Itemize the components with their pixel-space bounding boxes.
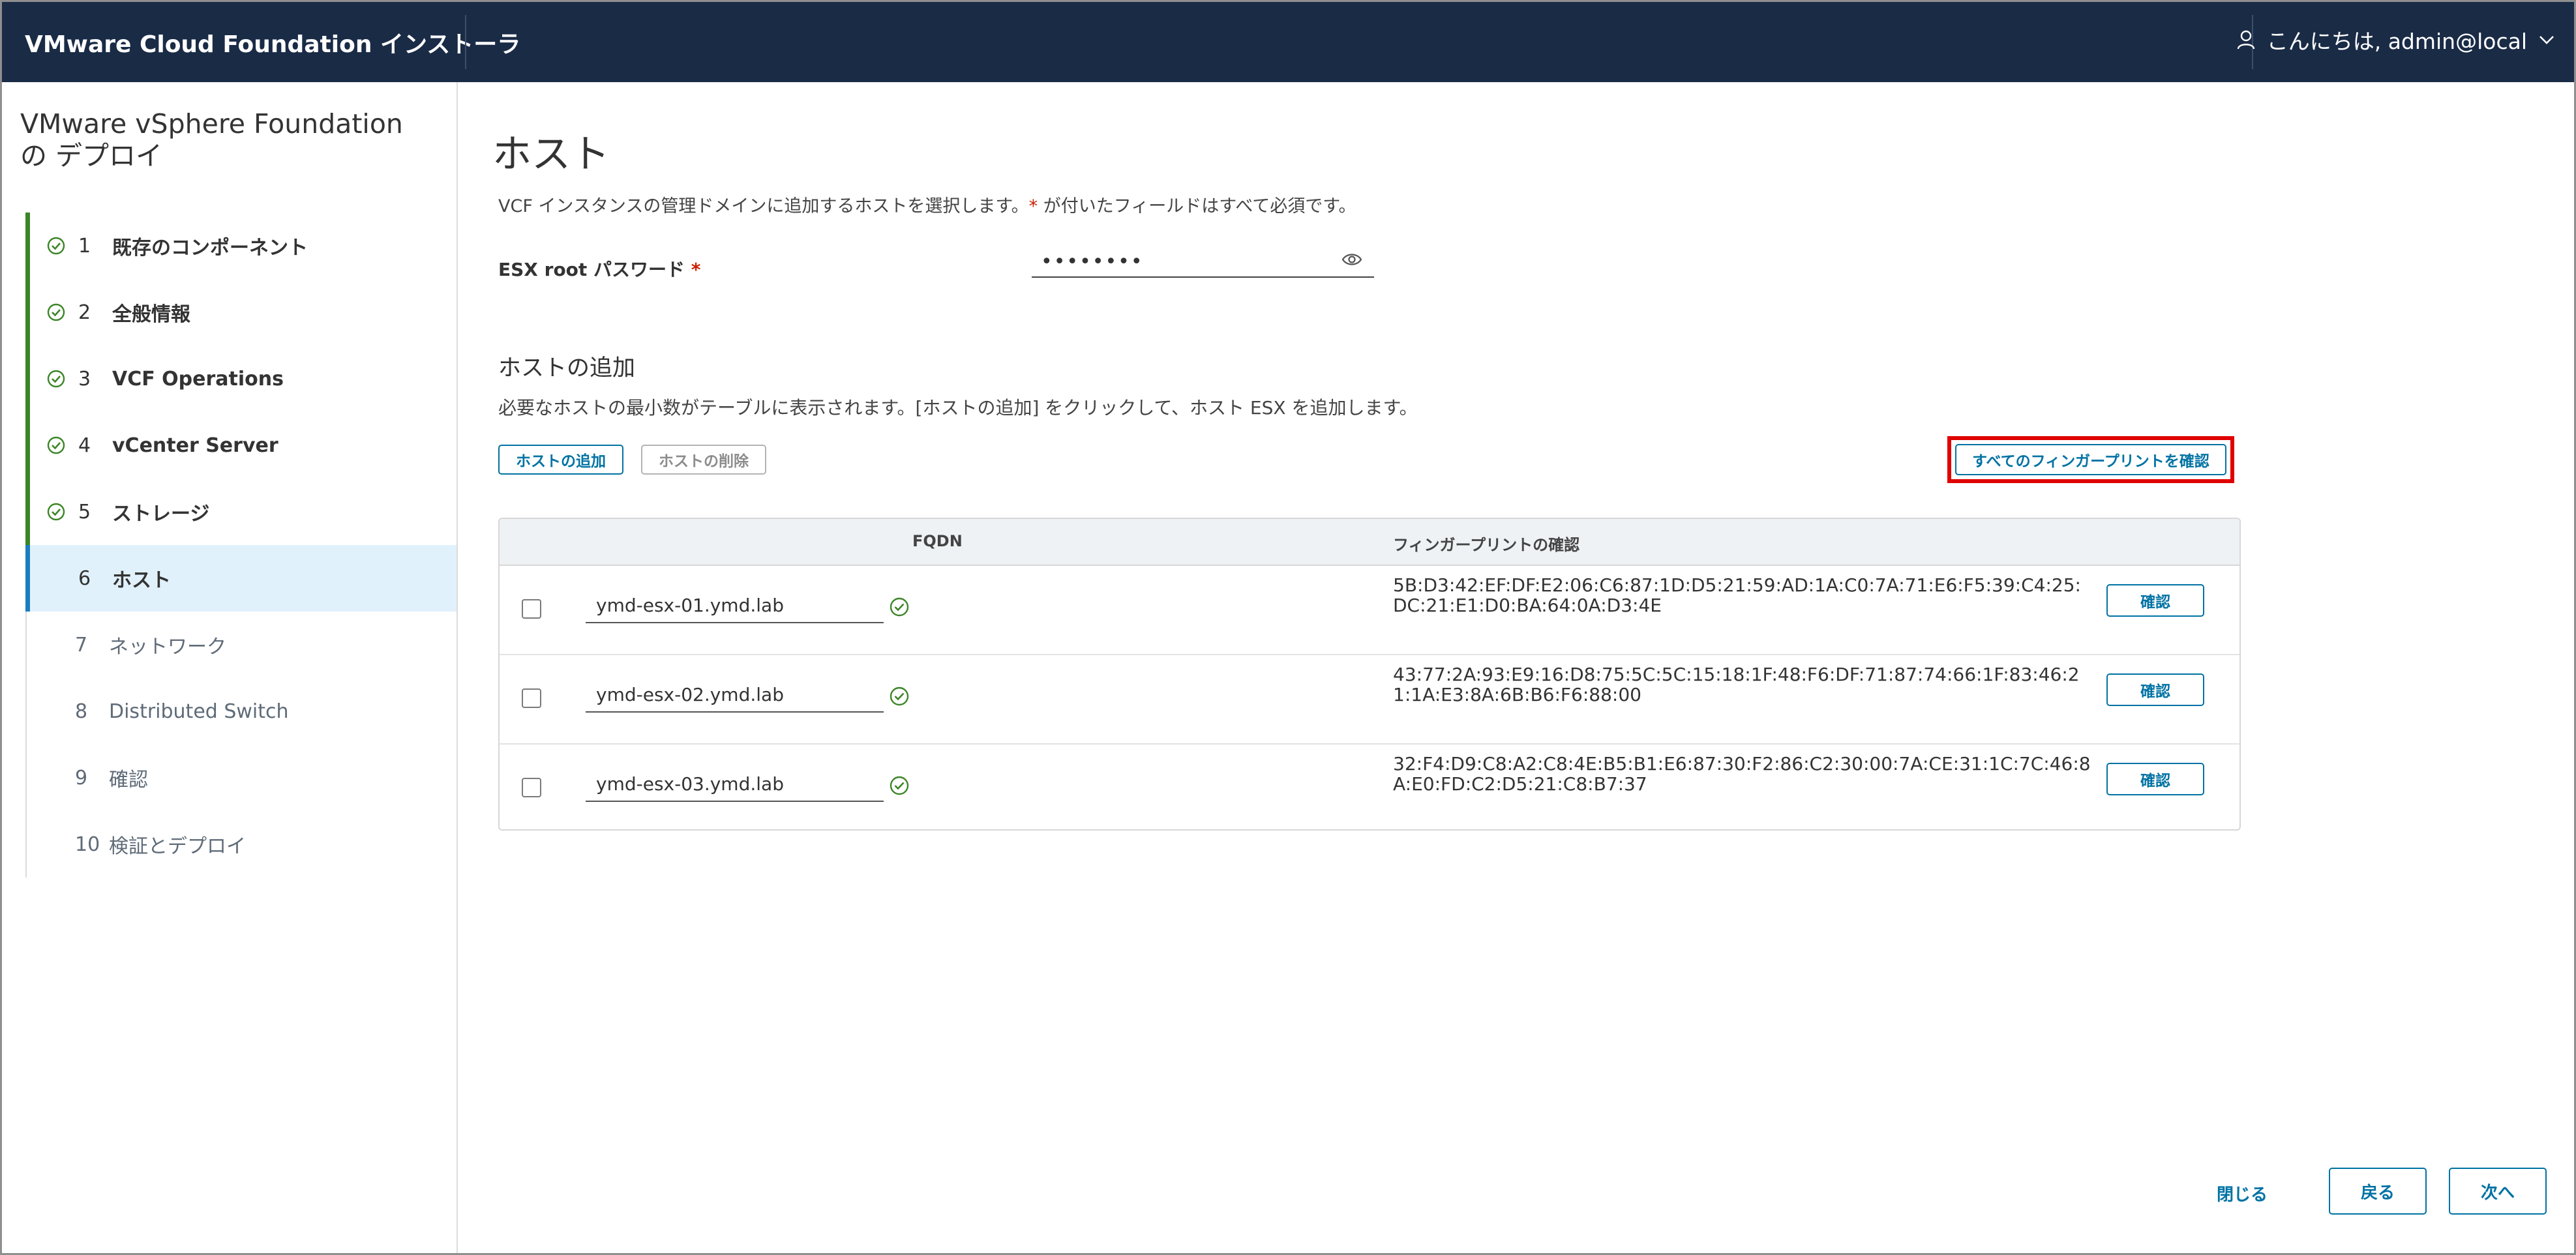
installer-window: VMware Cloud Foundation インストーラ こんにちは, ad…: [0, 0, 2576, 1255]
esx-root-password-field[interactable]: ••••••••: [1032, 244, 1374, 278]
step-network[interactable]: 7 ネットワーク: [25, 612, 457, 678]
step-label: Distributed Switch: [109, 700, 289, 723]
page-title: ホスト: [492, 132, 610, 177]
step-label: 確認: [109, 769, 148, 791]
check-circle-icon: [890, 776, 909, 795]
description-text: が付いたフィールドはすべて必須です。: [1038, 196, 1356, 216]
step-storage[interactable]: 5 ストレージ: [25, 479, 457, 545]
step-distributed-switch[interactable]: 8 Distributed Switch: [25, 678, 457, 745]
wizard-steps: 1 既存のコンポーネント 2 全般情報 3 VCF Operations 4 v…: [25, 213, 457, 878]
fqdn-input[interactable]: ymd-esx-03.ymd.lab: [586, 768, 884, 802]
verify-all-fingerprints-button[interactable]: すべてのフィンガープリントを確認: [1955, 444, 2226, 475]
step-existing-components[interactable]: 1 既存のコンポーネント: [25, 213, 457, 279]
step-number: 2: [78, 301, 91, 324]
add-host-button[interactable]: ホストの追加: [498, 445, 623, 475]
step-label: ストレージ: [112, 503, 210, 525]
wizard-title: VMware vSphere Foundation の デプロイ: [20, 108, 403, 171]
step-hosts[interactable]: 6 ホスト: [25, 545, 457, 612]
check-circle-icon: [47, 436, 65, 454]
check-circle-icon: [47, 503, 65, 521]
eye-icon[interactable]: [1341, 252, 1362, 267]
row-checkbox[interactable]: [522, 778, 541, 797]
check-circle-icon: [890, 597, 909, 617]
back-button[interactable]: 戻る: [2329, 1168, 2427, 1215]
step-vcenter-server[interactable]: 4 vCenter Server: [25, 412, 457, 479]
column-header-fqdn: FQDN: [912, 532, 963, 550]
app-header: VMware Cloud Foundation インストーラ こんにちは, ad…: [2, 2, 2574, 82]
step-number: 4: [78, 434, 91, 457]
verify-fingerprint-button[interactable]: 確認: [2106, 763, 2204, 795]
close-button[interactable]: 閉じる: [2217, 1181, 2268, 1205]
check-circle-icon: [47, 370, 65, 388]
row-checkbox[interactable]: [522, 688, 541, 708]
check-circle-icon: [47, 303, 65, 321]
check-circle-icon: [890, 687, 909, 706]
next-button[interactable]: 次へ: [2449, 1168, 2547, 1215]
fingerprint-value: 5B:D3:42:EF:DF:E2:06:C6:87:1D:D5:21:59:A…: [1393, 574, 2081, 616]
wizard-sidebar: VMware vSphere Foundation の デプロイ 1 既存のコン…: [2, 82, 458, 1253]
fqdn-input[interactable]: ymd-esx-02.ymd.lab: [586, 679, 884, 713]
main-content: ホスト VCF インスタンスの管理ドメインに追加するホストを選択します。* が付…: [458, 82, 2574, 1253]
step-number: 5: [78, 500, 91, 524]
row-checkbox[interactable]: [522, 599, 541, 619]
table-row: ymd-esx-01.ymd.lab 5B:D3:42:EF:DF:E2:06:…: [500, 565, 2239, 655]
user-menu[interactable]: こんにちは, admin@local: [2237, 24, 2554, 55]
table-header: FQDN フィンガープリントの確認: [500, 519, 2239, 566]
step-validate-deploy[interactable]: 10 検証とデプロイ: [25, 811, 457, 878]
fingerprint-value: 43:77:2A:93:E9:16:D8:75:5C:5C:15:18:1F:4…: [1393, 664, 2080, 705]
step-label: ホスト: [112, 569, 171, 592]
highlight-box: すべてのフィンガープリントを確認: [1947, 436, 2234, 483]
step-label: vCenter Server: [112, 434, 278, 457]
step-vcf-operations[interactable]: 3 VCF Operations: [25, 346, 457, 412]
verify-fingerprint-button[interactable]: 確認: [2106, 584, 2204, 617]
user-icon: [2237, 30, 2254, 50]
step-number: 1: [78, 234, 91, 258]
header-divider: [465, 15, 466, 69]
check-circle-icon: [47, 237, 65, 255]
password-label-text: ESX root パスワード: [498, 259, 685, 280]
section-description: 必要なホストの最小数がテーブルに表示されます。[ホストの追加] をクリックして、…: [498, 397, 1418, 419]
description-text: VCF インスタンスの管理ドメインに追加するホストを選択します。: [498, 196, 1029, 216]
step-number: 3: [78, 367, 91, 391]
column-header-fingerprint: フィンガープリントの確認: [1393, 536, 1580, 554]
verify-fingerprint-button[interactable]: 確認: [2106, 673, 2204, 706]
fqdn-value: ymd-esx-01.ymd.lab: [596, 595, 784, 616]
step-label: 既存のコンポーネント: [112, 237, 308, 259]
step-number: 7: [75, 633, 88, 657]
step-number: 6: [78, 567, 91, 590]
required-mark: *: [1028, 196, 1038, 216]
step-label: VCF Operations: [112, 367, 284, 391]
step-number: 10: [75, 833, 100, 856]
step-general-info[interactable]: 2 全般情報: [25, 279, 457, 346]
page-description: VCF インスタンスの管理ドメインに追加するホストを選択します。* が付いたフィ…: [498, 192, 1356, 217]
password-label: ESX root パスワード *: [498, 256, 700, 282]
step-label: 検証とデプロイ: [109, 835, 246, 858]
step-label: 全般情報: [112, 303, 190, 326]
step-review[interactable]: 9 確認: [25, 745, 457, 811]
fqdn-value: ymd-esx-03.ymd.lab: [596, 773, 784, 795]
host-table: FQDN フィンガープリントの確認 ymd-esx-01.ymd.lab 5B:…: [498, 518, 2241, 831]
app-title: VMware Cloud Foundation インストーラ: [25, 31, 521, 58]
required-mark: *: [691, 259, 701, 280]
fqdn-input[interactable]: ymd-esx-01.ymd.lab: [586, 589, 884, 623]
user-greeting: こんにちは, admin@local: [2266, 29, 2527, 54]
fingerprint-value: 32:F4:D9:C8:A2:C8:4E:B5:B1:E6:87:30:F2:8…: [1393, 753, 2091, 795]
password-value: ••••••••: [1041, 250, 1144, 273]
step-number: 8: [75, 700, 88, 723]
chevron-down-icon: [2539, 36, 2554, 44]
table-row: ymd-esx-03.ymd.lab 32:F4:D9:C8:A2:C8:4E:…: [500, 743, 2239, 829]
step-number: 9: [75, 766, 88, 790]
section-title: ホストの追加: [498, 355, 636, 381]
table-row: ymd-esx-02.ymd.lab 43:77:2A:93:E9:16:D8:…: [500, 654, 2239, 745]
step-label: ネットワーク: [109, 636, 226, 658]
fqdn-value: ymd-esx-02.ymd.lab: [596, 684, 784, 705]
remove-host-button[interactable]: ホストの削除: [641, 445, 766, 475]
